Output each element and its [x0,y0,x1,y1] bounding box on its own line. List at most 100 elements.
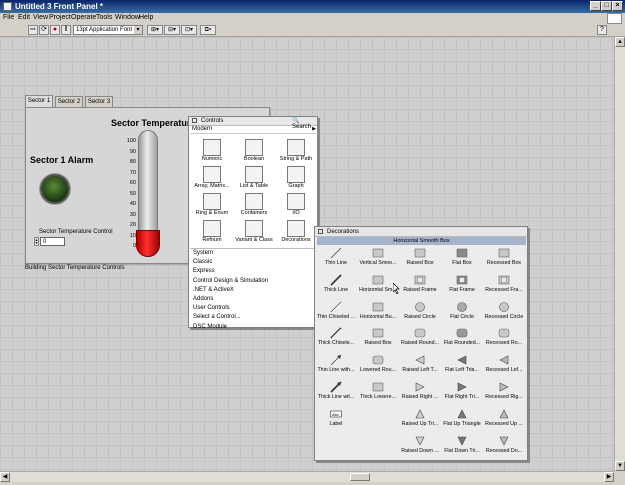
palette-item-list-table[interactable]: List & Table [234,166,274,194]
palette-item-decorations[interactable]: Decorations [276,220,316,248]
temperature-control[interactable]: ▴ ▾ 0 [34,237,66,246]
align-objects-button[interactable]: ⊞▾ [147,25,163,35]
palette-category-control-design[interactable]: Control Design & Simulation [190,277,318,286]
decoration-circle-raised[interactable]: Raised Circle [400,301,440,328]
pin-icon[interactable] [318,229,323,234]
palette-category-addons[interactable]: Addons [190,295,318,304]
palette-item-ring-enum[interactable]: Ring & Enum [192,193,232,221]
scroll-left-icon[interactable]: ◀ [0,472,10,482]
decoration-round-recessed[interactable]: Recessed Ro... [484,327,524,354]
scroll-up-icon[interactable]: ▲ [615,37,625,47]
palette-item-array[interactable]: Array, Matrix... [192,166,232,194]
palette-item-boolean[interactable]: Boolean [234,139,274,167]
decoration-line-arrow[interactable]: Thin Line with... [316,354,356,381]
decoration-tri-left-recessed[interactable]: Recessed Lef... [484,354,524,381]
decoration-circle-flat[interactable]: Flat Circle [442,301,482,328]
minimize-button[interactable]: _ [590,1,601,11]
palette-category-dotnet-activex[interactable]: .NET & ActiveX [190,286,318,295]
palette-item-numeric[interactable]: Numeric [192,139,232,167]
alarm-led[interactable] [40,174,70,204]
distribute-objects-button[interactable]: ⊟▾ [164,25,180,35]
menu-window[interactable]: Window [115,14,140,21]
decoration-round-lowered[interactable]: Lowered Rou... [358,354,398,381]
pause-icon[interactable]: ‖ [61,25,71,35]
resize-grip[interactable] [614,471,625,482]
palette-item-variant[interactable]: Variant & Class [234,220,274,248]
decoration-label[interactable]: Abc Label [316,408,356,435]
tri-down-raised-icon [414,435,426,447]
tab-sector-2[interactable]: Sector 2 [55,96,83,107]
decoration-tri-down-recessed[interactable]: Recessed Do... [484,435,524,462]
palette-item-io[interactable]: I/O [276,193,316,221]
menu-help[interactable]: Help [139,14,153,21]
decoration-tri-up-recessed[interactable]: Recessed Up ... [484,408,524,435]
decoration-round-raised[interactable]: Raised Round... [400,327,440,354]
context-help-icon[interactable]: ? [597,25,607,35]
palette-item-containers[interactable]: Containers [234,193,274,221]
horizontal-scroll-thumb[interactable] [350,473,370,481]
decoration-box-vsmooth[interactable]: Vertical Smoo... [358,247,398,274]
decoration-box-hbutton[interactable]: Horizontal Bu... [358,301,398,328]
pin-icon[interactable] [192,118,197,123]
decoration-tri-right-recessed[interactable]: Recessed Rig... [484,381,524,408]
decoration-box-raised[interactable]: Raised Box [358,327,398,354]
run-arrow-icon[interactable]: ⇨ [28,25,38,35]
palette-category-system[interactable]: System [190,249,318,258]
menu-tools[interactable]: Tools [96,14,112,21]
decoration-line-arrow-thick[interactable]: Thick Line wit... [316,381,356,408]
thermometer-indicator[interactable] [136,130,160,258]
decoration-circle-recessed[interactable]: Recessed Circle [484,301,524,328]
scroll-down-icon[interactable]: ▼ [615,461,625,471]
palette-category-modern[interactable]: Modern ▶ [190,126,318,134]
resize-objects-button[interactable]: ⊡▾ [181,25,197,35]
decoration-tri-down-raised[interactable]: Raised Down ... [400,435,440,462]
decoration-box-lowered[interactable]: Thick Lowere... [358,381,398,408]
decoration-line-chisel[interactable]: Thin Chiseled ... [316,301,356,328]
palette-select-a-control[interactable]: Select a Control... [190,313,318,322]
decoration-frame-recessed[interactable]: Recessed Fra... [484,274,524,301]
abort-icon[interactable]: ● [50,25,60,35]
run-continuously-icon[interactable]: ⟳ [39,25,49,35]
decoration-tri-right-flat[interactable]: Flat Right Tri... [442,381,482,408]
increment-decrement-icon[interactable]: ▴ ▾ [34,237,39,246]
palette-item-graph[interactable]: Graph [276,166,316,194]
menu-view[interactable]: View [33,14,48,21]
decoration-round-flat[interactable]: Flat Rounded... [442,327,482,354]
decoration-frame-flat[interactable]: Flat Frame [442,274,482,301]
decoration-tri-down-flat[interactable]: Flat Down Tri... [442,435,482,462]
temperature-control-value[interactable]: 0 [40,237,65,246]
palette-category-classic[interactable]: Classic [190,258,318,267]
horizontal-scrollbar[interactable]: ◀ ▶ [0,471,614,482]
menu-file[interactable]: File [3,14,14,21]
menu-operate[interactable]: Operate [71,14,96,21]
font-select[interactable]: 13pt Application Font ▾ [73,25,143,35]
decoration-box-hsmooth[interactable]: Horizontal Sm... [358,274,398,301]
decoration-tri-right-raised[interactable]: Raised Right ... [400,381,440,408]
search-button[interactable]: 🔍Search [292,117,317,130]
decoration-box-raised[interactable]: Raised Box [400,247,440,274]
menu-project[interactable]: Project [49,14,71,21]
decoration-tri-up-flat[interactable]: Flat Up Triangle [442,408,482,435]
palette-item-string-path[interactable]: String & Path [276,139,316,167]
scroll-right-icon[interactable]: ▶ [604,472,614,482]
decoration-tri-up-raised[interactable]: Raised Up Tri... [400,408,440,435]
decoration-box-flat[interactable]: Flat Box [442,247,482,274]
palette-category-user-controls[interactable]: User Controls [190,304,318,313]
reorder-button[interactable]: ⧉▾ [200,25,216,35]
menu-edit[interactable]: Edit [18,14,30,21]
decoration-tri-left-flat[interactable]: Flat Left Tria... [442,354,482,381]
decoration-line-thin[interactable]: Thin Line [316,247,356,274]
tab-sector-3[interactable]: Sector 3 [85,96,113,107]
palette-item-refnum[interactable]: Refnum [192,220,232,248]
palette-category-express[interactable]: Express [190,267,318,276]
decoration-line-thick[interactable]: Thick Line [316,274,356,301]
decoration-tri-left-raised[interactable]: Raised Left T... [400,354,440,381]
vertical-scrollbar[interactable]: ▲ ▼ [614,37,625,471]
close-button[interactable]: × [612,1,623,11]
tab-sector-1[interactable]: Sector 1 [25,95,53,107]
decoration-frame-raised[interactable]: Raised Frame [400,274,440,301]
maximize-button[interactable]: □ [601,1,612,11]
decoration-line-chisel-thick[interactable]: Thick Chisele... [316,327,356,354]
decoration-box-recessed[interactable]: Recessed Box [484,247,524,274]
palette-category-dsc-module[interactable]: DSC Module [190,323,318,332]
